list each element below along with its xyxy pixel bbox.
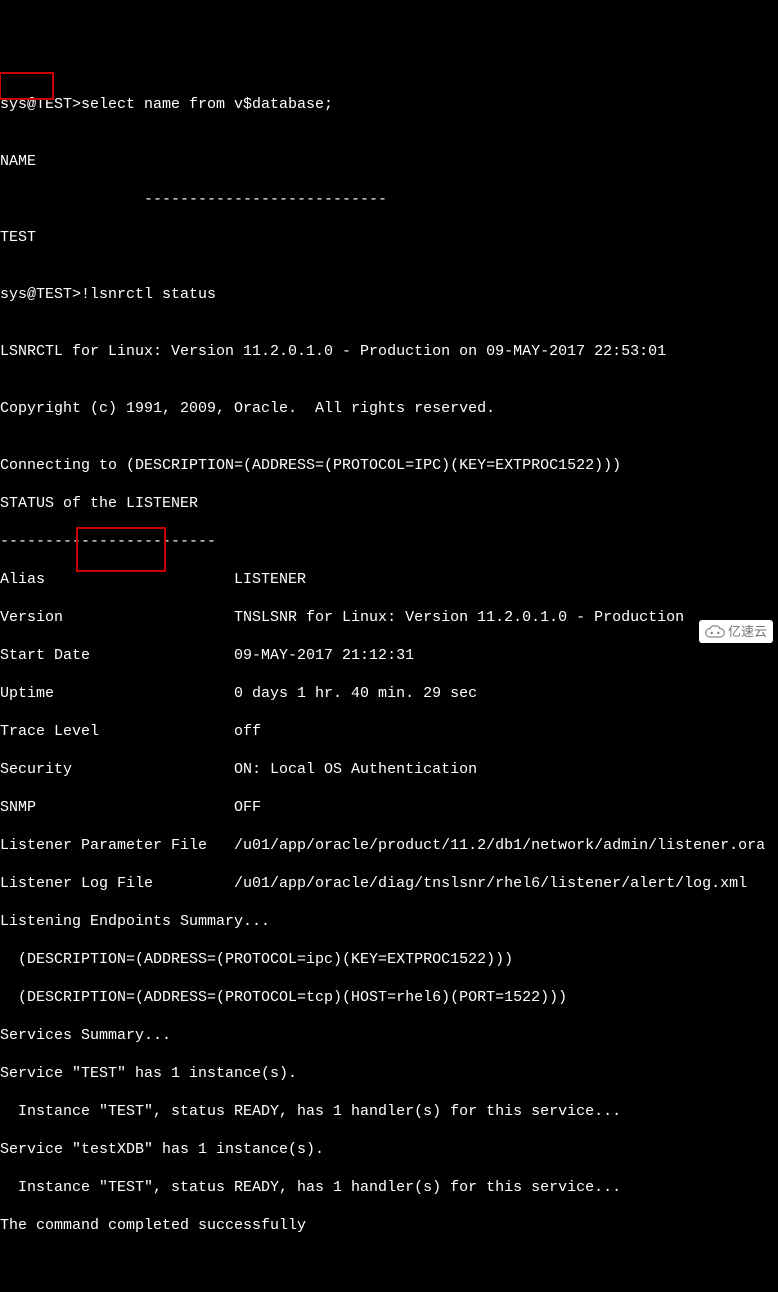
separator-line: ------------------------ <box>0 532 778 551</box>
column-header: NAME <box>0 152 778 171</box>
watermark-text: 亿速云 <box>728 622 767 641</box>
instance-test-line-2: Instance "TEST", status READY, has 1 han… <box>0 1178 778 1197</box>
completed-line: The command completed successfully <box>0 1216 778 1235</box>
start-date-line: Start Date 09-MAY-2017 21:12:31 <box>0 646 778 665</box>
separator-line: --------------------------- <box>0 190 778 209</box>
security-line: Security ON: Local OS Authentication <box>0 760 778 779</box>
copyright-line: Copyright (c) 1991, 2009, Oracle. All ri… <box>0 399 778 418</box>
cloud-icon <box>705 625 725 639</box>
instance-test-line: Instance "TEST", status READY, has 1 han… <box>0 1102 778 1121</box>
log-file-line: Listener Log File /u01/app/oracle/diag/t… <box>0 874 778 893</box>
lsnrctl-banner: LSNRCTL for Linux: Version 11.2.0.1.0 - … <box>0 342 778 361</box>
status-header: STATUS of the LISTENER <box>0 494 778 513</box>
terminal-output: sys@TEST>select name from v$database; NA… <box>0 76 778 1254</box>
param-file-line: Listener Parameter File /u01/app/oracle/… <box>0 836 778 855</box>
endpoint-tcp-line: (DESCRIPTION=(ADDRESS=(PROTOCOL=tcp)(HOS… <box>0 988 778 1007</box>
prompt-line: sys@TEST>select name from v$database; <box>0 95 778 114</box>
snmp-line: SNMP OFF <box>0 798 778 817</box>
connecting-line: Connecting to (DESCRIPTION=(ADDRESS=(PRO… <box>0 456 778 475</box>
service-testxdb-line: Service "testXDB" has 1 instance(s). <box>0 1140 778 1159</box>
watermark-badge: 亿速云 <box>699 620 773 643</box>
trace-level-line: Trace Level off <box>0 722 778 741</box>
services-summary-line: Services Summary... <box>0 1026 778 1045</box>
prompt-line: sys@TEST>!lsnrctl status <box>0 285 778 304</box>
endpoint-ipc-line: (DESCRIPTION=(ADDRESS=(PROTOCOL=ipc)(KEY… <box>0 950 778 969</box>
service-test-line: Service "TEST" has 1 instance(s). <box>0 1064 778 1083</box>
result-value: TEST <box>0 228 778 247</box>
endpoints-summary-line: Listening Endpoints Summary... <box>0 912 778 931</box>
uptime-line: Uptime 0 days 1 hr. 40 min. 29 sec <box>0 684 778 703</box>
version-line: Version TNSLSNR for Linux: Version 11.2.… <box>0 608 778 627</box>
alias-line: Alias LISTENER <box>0 570 778 589</box>
